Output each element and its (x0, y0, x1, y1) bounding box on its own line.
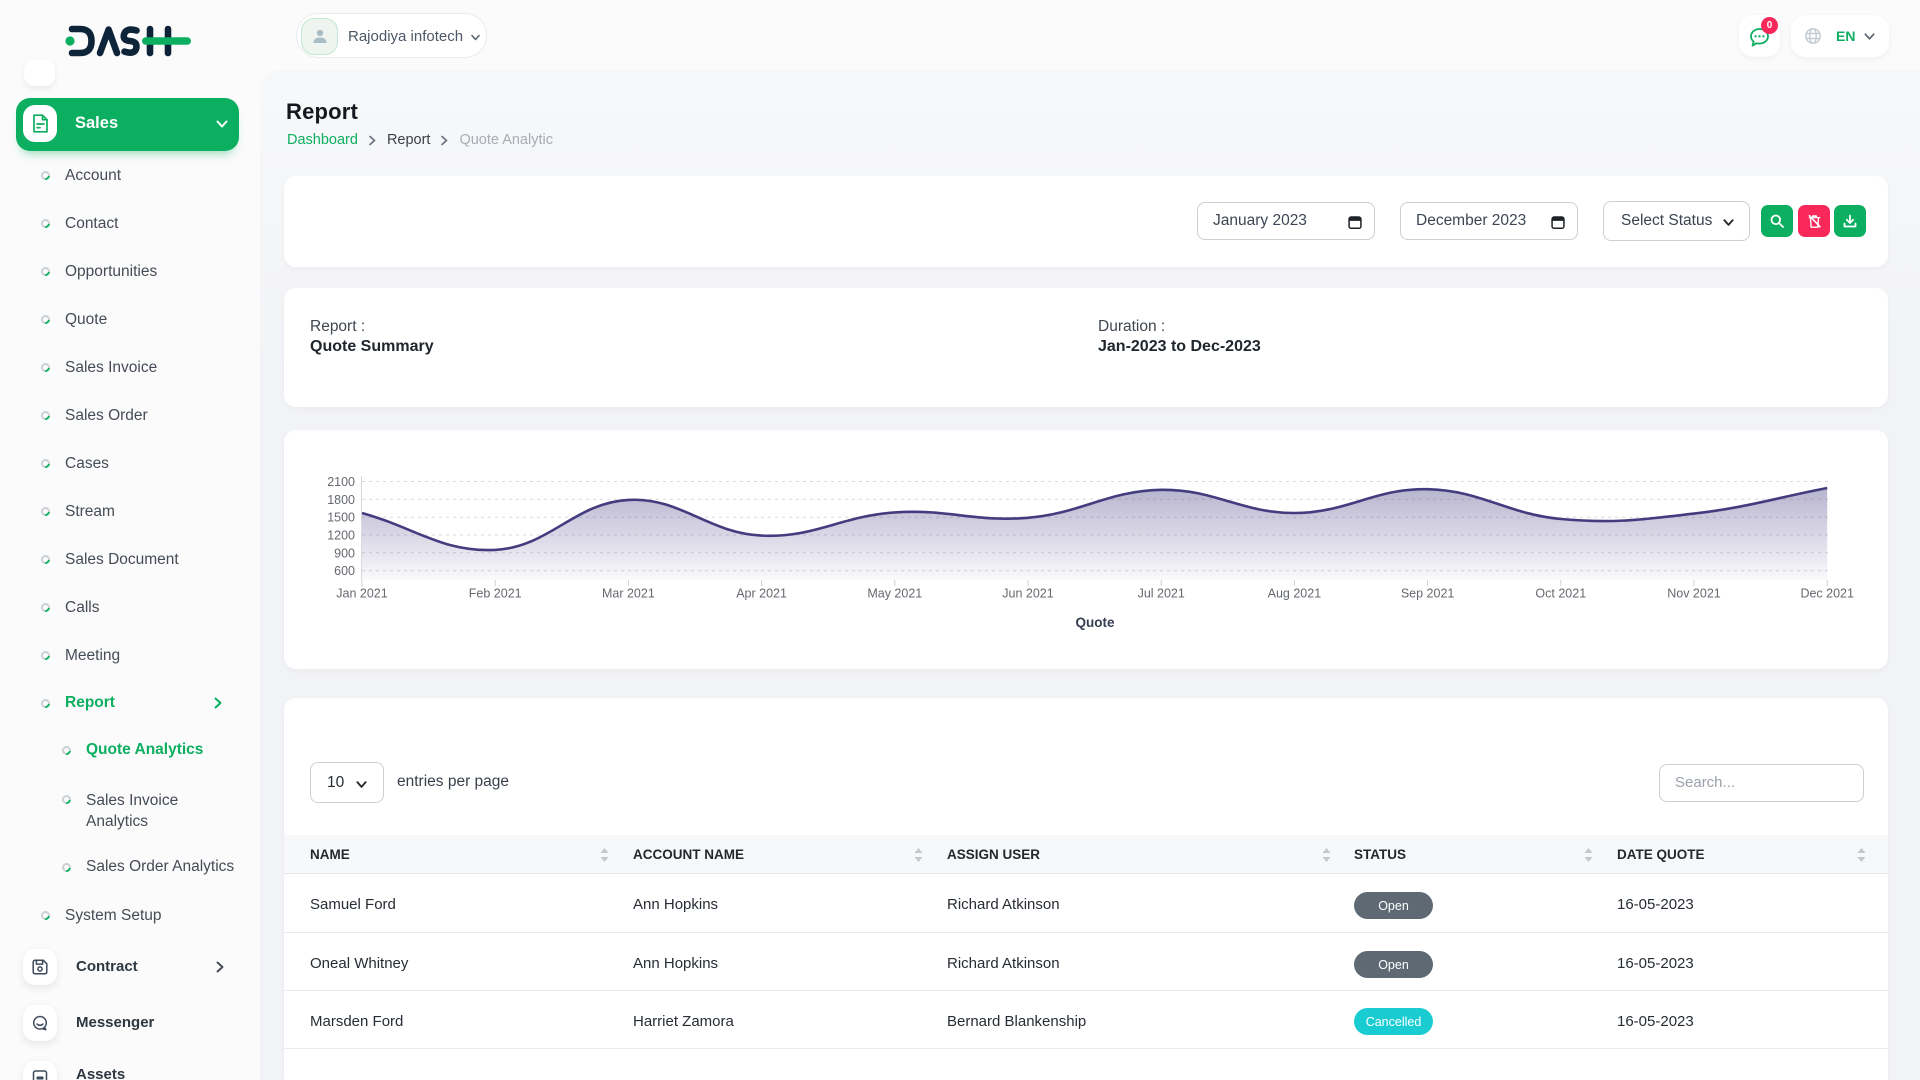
svg-text:600: 600 (334, 564, 355, 578)
svg-text:Oct 2021: Oct 2021 (1535, 587, 1586, 601)
svg-text:Apr 2021: Apr 2021 (736, 587, 787, 601)
svg-text:1500: 1500 (327, 511, 355, 525)
svg-text:Dec 2021: Dec 2021 (1800, 587, 1854, 601)
svg-text:Sep 2021: Sep 2021 (1401, 587, 1455, 601)
svg-text:900: 900 (334, 546, 355, 560)
svg-text:Nov 2021: Nov 2021 (1667, 587, 1721, 601)
svg-text:Feb 2021: Feb 2021 (469, 587, 522, 601)
svg-text:Jul 2021: Jul 2021 (1138, 587, 1185, 601)
svg-text:Jun 2021: Jun 2021 (1002, 587, 1053, 601)
svg-text:Quote: Quote (1076, 615, 1115, 630)
svg-text:Jan 2021: Jan 2021 (336, 587, 387, 601)
svg-text:2100: 2100 (327, 475, 355, 489)
svg-text:Mar 2021: Mar 2021 (602, 587, 655, 601)
svg-text:May 2021: May 2021 (867, 587, 922, 601)
svg-text:Aug 2021: Aug 2021 (1268, 587, 1322, 601)
svg-text:1800: 1800 (327, 493, 355, 507)
svg-text:1200: 1200 (327, 529, 355, 543)
